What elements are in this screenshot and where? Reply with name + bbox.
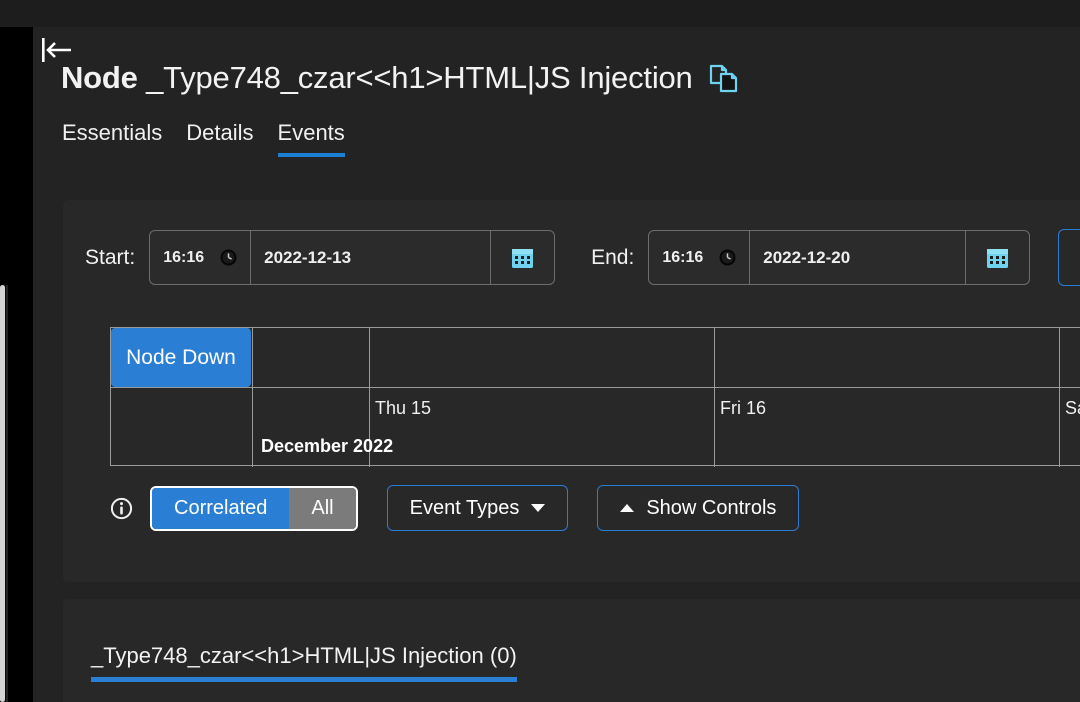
quick-ranges-button[interactable]: Qui	[1058, 229, 1080, 286]
chevron-up-icon	[620, 504, 635, 512]
timeline-axis-row	[111, 389, 1080, 466]
page-title-prefix: Node	[61, 60, 138, 95]
end-label: End:	[591, 245, 635, 269]
timeline-day-label: Sat 17	[1065, 398, 1080, 418]
start-label: Start:	[85, 245, 136, 269]
start-time-input[interactable]: 16:16	[150, 231, 252, 284]
timeline-gridline	[714, 328, 715, 467]
events-list-card: _Type748_czar<<h1>HTML|JS Injection (0)	[63, 599, 1080, 702]
calendar-icon	[510, 245, 535, 270]
timeline-lane-node-down[interactable]: Node Down	[111, 328, 251, 387]
left-black-gutter-upper	[0, 27, 8, 285]
calendar-icon	[985, 245, 1010, 270]
chevron-down-icon	[531, 504, 546, 512]
app-root: Node _Type748_czar<<h1>HTML|JS Injection…	[0, 0, 1080, 702]
tab-events[interactable]: Events	[277, 120, 345, 157]
end-time-input[interactable]: 16:16	[649, 231, 751, 284]
event-types-label: Event Types	[409, 496, 520, 519]
end-time-value: 16:16	[662, 248, 704, 266]
start-time-value: 16:16	[163, 248, 205, 266]
clock-icon	[220, 249, 237, 266]
top-strip	[0, 0, 1080, 27]
timeline-controls-row: Correlated All Event Types Show Controls	[110, 485, 800, 531]
tab-essentials[interactable]: Essentials	[62, 120, 162, 157]
date-range-row: Start: 16:16 2022-12-13 End: 16:16 2022-…	[85, 229, 1080, 286]
start-calendar-button[interactable]	[491, 231, 554, 284]
timeline-day-label: Thu 15	[375, 398, 432, 418]
copy-icon[interactable]	[707, 61, 741, 95]
correlation-toggle-group: Correlated All	[150, 485, 358, 531]
timeline-month-label: December 2022	[261, 436, 394, 456]
end-date-input[interactable]: 2022-12-20	[750, 231, 967, 284]
page-title-row: Node _Type748_czar<<h1>HTML|JS Injection	[61, 60, 741, 96]
resource-tabs: Essentials Details Events	[62, 120, 345, 157]
events-filter-card: Start: 16:16 2022-12-13 End: 16:16 2022-…	[63, 200, 1080, 582]
events-list-tab[interactable]: _Type748_czar<<h1>HTML|JS Injection (0)	[91, 643, 517, 682]
event-types-dropdown[interactable]: Event Types	[386, 485, 569, 531]
start-datetime-field: 16:16 2022-12-13	[149, 230, 556, 285]
timeline-lane-row	[111, 328, 1080, 388]
page-scrollbar-thumb[interactable]	[0, 285, 5, 702]
show-controls-label: Show Controls	[646, 496, 777, 519]
start-date-value: 2022-12-13	[264, 247, 352, 267]
toggle-all[interactable]: All	[289, 487, 356, 529]
page-content: Node _Type748_czar<<h1>HTML|JS Injection…	[33, 27, 1080, 702]
timeline-gridline	[1059, 328, 1060, 467]
toggle-correlated[interactable]: Correlated	[152, 487, 290, 529]
timeline-day-label: Fri 16	[720, 398, 767, 418]
end-datetime-field: 16:16 2022-12-20	[648, 230, 1031, 285]
end-calendar-button[interactable]	[966, 231, 1029, 284]
clock-icon	[719, 249, 736, 266]
tab-details[interactable]: Details	[186, 120, 253, 157]
page-title: Node _Type748_czar<<h1>HTML|JS Injection	[61, 60, 693, 96]
events-timeline[interactable]: Node Down Thu 15 Fri 16 Sat 17 December …	[110, 327, 1080, 467]
info-icon[interactable]	[110, 497, 133, 520]
page-title-resource: _Type748_czar<<h1>HTML|JS Injection	[146, 60, 693, 95]
timeline-gridline	[252, 328, 253, 467]
end-date-value: 2022-12-20	[763, 247, 851, 267]
left-black-gutter	[8, 27, 33, 702]
start-date-input[interactable]: 2022-12-13	[251, 231, 492, 284]
show-controls-button[interactable]: Show Controls	[597, 485, 800, 531]
